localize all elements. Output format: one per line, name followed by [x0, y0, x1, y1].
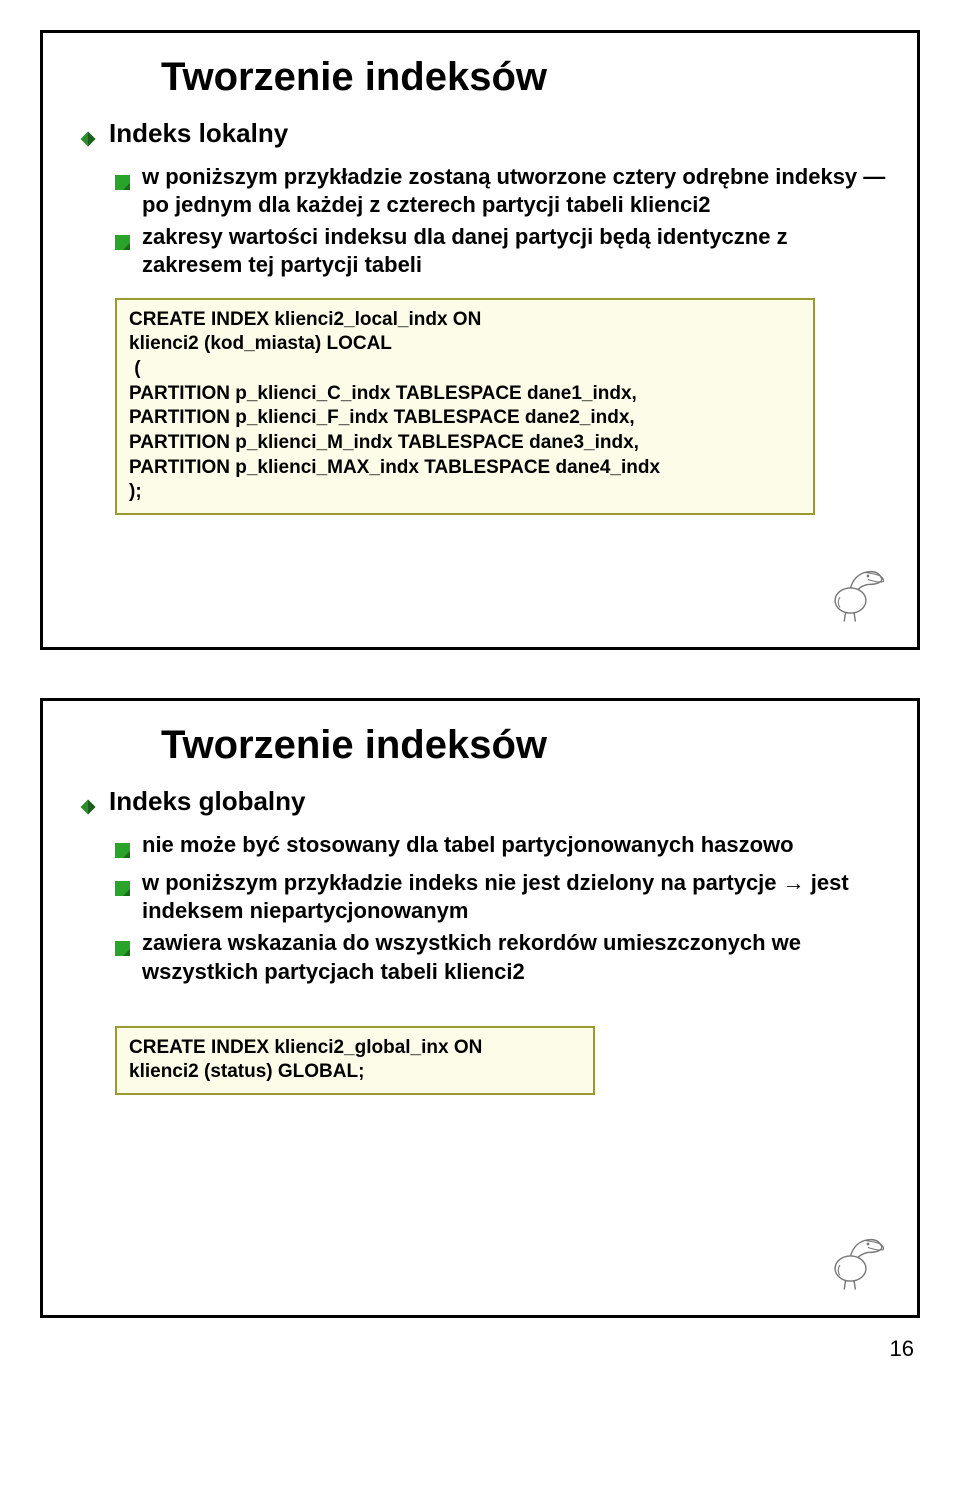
slide-1: Tworzenie indeksów Indeks lokalny w poni…: [40, 30, 920, 650]
bullet-text: w poniższym przykładzie indeks nie jest …: [142, 869, 889, 925]
slide-title: Tworzenie indeksów: [161, 723, 889, 768]
code-block: CREATE INDEX klienci2_local_indx ON klie…: [115, 298, 815, 516]
square-icon: [115, 875, 130, 903]
pelican-icon: [819, 1223, 889, 1293]
bullet-item: zakresy wartości indeksu dla danej party…: [115, 223, 889, 279]
pelican-icon: [819, 555, 889, 625]
bullet-item: w poniższym przykładzie zostaną utworzon…: [115, 163, 889, 219]
heading-text: Indeks globalny: [109, 786, 306, 817]
square-icon: [115, 837, 130, 865]
square-icon: [115, 229, 130, 257]
slide-2: Tworzenie indeksów Indeks globalny nie m…: [40, 698, 920, 1318]
slide-title: Tworzenie indeksów: [161, 55, 889, 100]
page-number: 16: [40, 1336, 914, 1362]
bullet-item: w poniższym przykładzie indeks nie jest …: [115, 869, 889, 925]
square-icon: [115, 935, 130, 963]
bullet-text: nie może być stosowany dla tabel partycj…: [142, 831, 794, 859]
code-block: CREATE INDEX klienci2_global_inx ON klie…: [115, 1026, 595, 1095]
bullet-item: nie może być stosowany dla tabel partycj…: [115, 831, 889, 865]
diamond-icon: [79, 792, 97, 823]
heading-global-index: Indeks globalny: [79, 786, 889, 823]
bullet-text: w poniższym przykładzie zostaną utworzon…: [142, 163, 889, 219]
diamond-icon: [79, 124, 97, 155]
bullet-item: zawiera wskazania do wszystkich rekordów…: [115, 929, 889, 985]
square-icon: [115, 169, 130, 197]
bullet-text: zakresy wartości indeksu dla danej party…: [142, 223, 889, 279]
heading-text: Indeks lokalny: [109, 118, 288, 149]
heading-local-index: Indeks lokalny: [79, 118, 889, 155]
bullet-text: zawiera wskazania do wszystkich rekordów…: [142, 929, 889, 985]
